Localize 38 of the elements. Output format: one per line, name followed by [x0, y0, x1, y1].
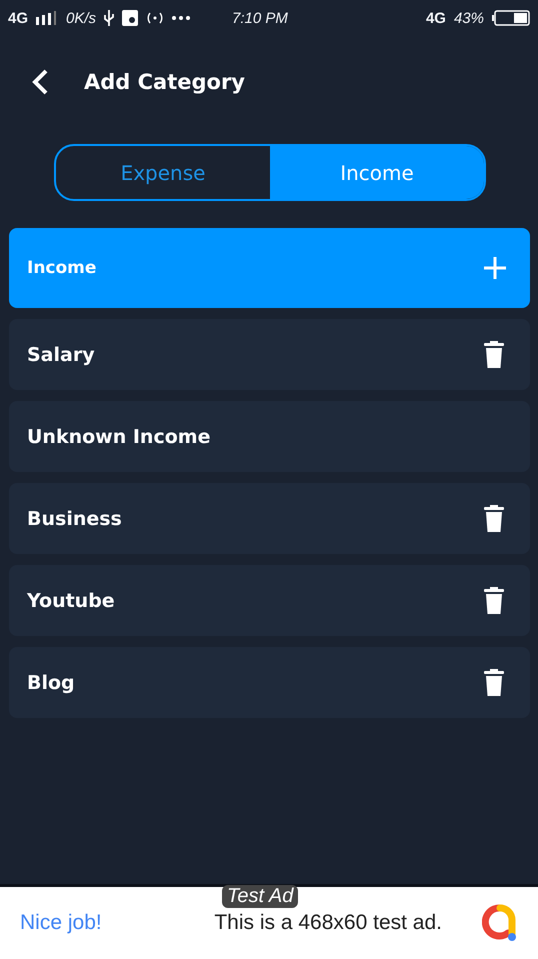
trash-icon	[484, 586, 504, 614]
page-title: Add Category	[84, 70, 245, 94]
signal-icon	[36, 11, 58, 25]
category-row[interactable]: Salary	[9, 319, 530, 390]
battery-percent: 43%	[454, 10, 484, 26]
more-icon	[172, 16, 190, 20]
trash-icon	[484, 668, 504, 696]
category-row[interactable]: Unknown Income	[9, 401, 530, 472]
delete-button[interactable]	[484, 668, 504, 696]
category-name: Business	[27, 508, 122, 530]
category-row[interactable]: Blog	[9, 647, 530, 718]
category-type-label: Income	[27, 258, 96, 278]
ad-text: This is a 468x60 test ad.	[214, 911, 442, 935]
data-indicator: 4G	[426, 10, 446, 26]
category-row[interactable]: Youtube	[9, 565, 530, 636]
clock: 7:10 PM	[232, 10, 288, 26]
ad-banner[interactable]: Test Ad Nice job! This is a 468x60 test ad.	[0, 884, 538, 959]
add-button[interactable]	[484, 257, 506, 279]
category-name: Salary	[27, 344, 95, 366]
notification-icon	[122, 10, 138, 26]
network-indicator: 4G	[8, 10, 28, 26]
ad-logo-icon	[482, 904, 518, 942]
usb-icon	[104, 10, 114, 26]
category-name: Blog	[27, 672, 75, 694]
delete-button[interactable]	[484, 504, 504, 532]
category-row[interactable]: Business	[9, 483, 530, 554]
trash-icon	[484, 340, 504, 368]
test-ad-badge: Test Ad	[222, 885, 298, 908]
category-name: Unknown Income	[27, 426, 210, 448]
hotspot-icon	[146, 10, 164, 26]
type-tab[interactable]: Expense	[56, 146, 270, 199]
network-speed: 0K/s	[66, 10, 96, 26]
delete-button[interactable]	[484, 586, 504, 614]
delete-button[interactable]	[484, 340, 504, 368]
trash-icon	[484, 504, 504, 532]
battery-icon	[492, 10, 530, 26]
ad-headline: Nice job!	[20, 911, 102, 935]
category-name: Youtube	[27, 590, 115, 612]
